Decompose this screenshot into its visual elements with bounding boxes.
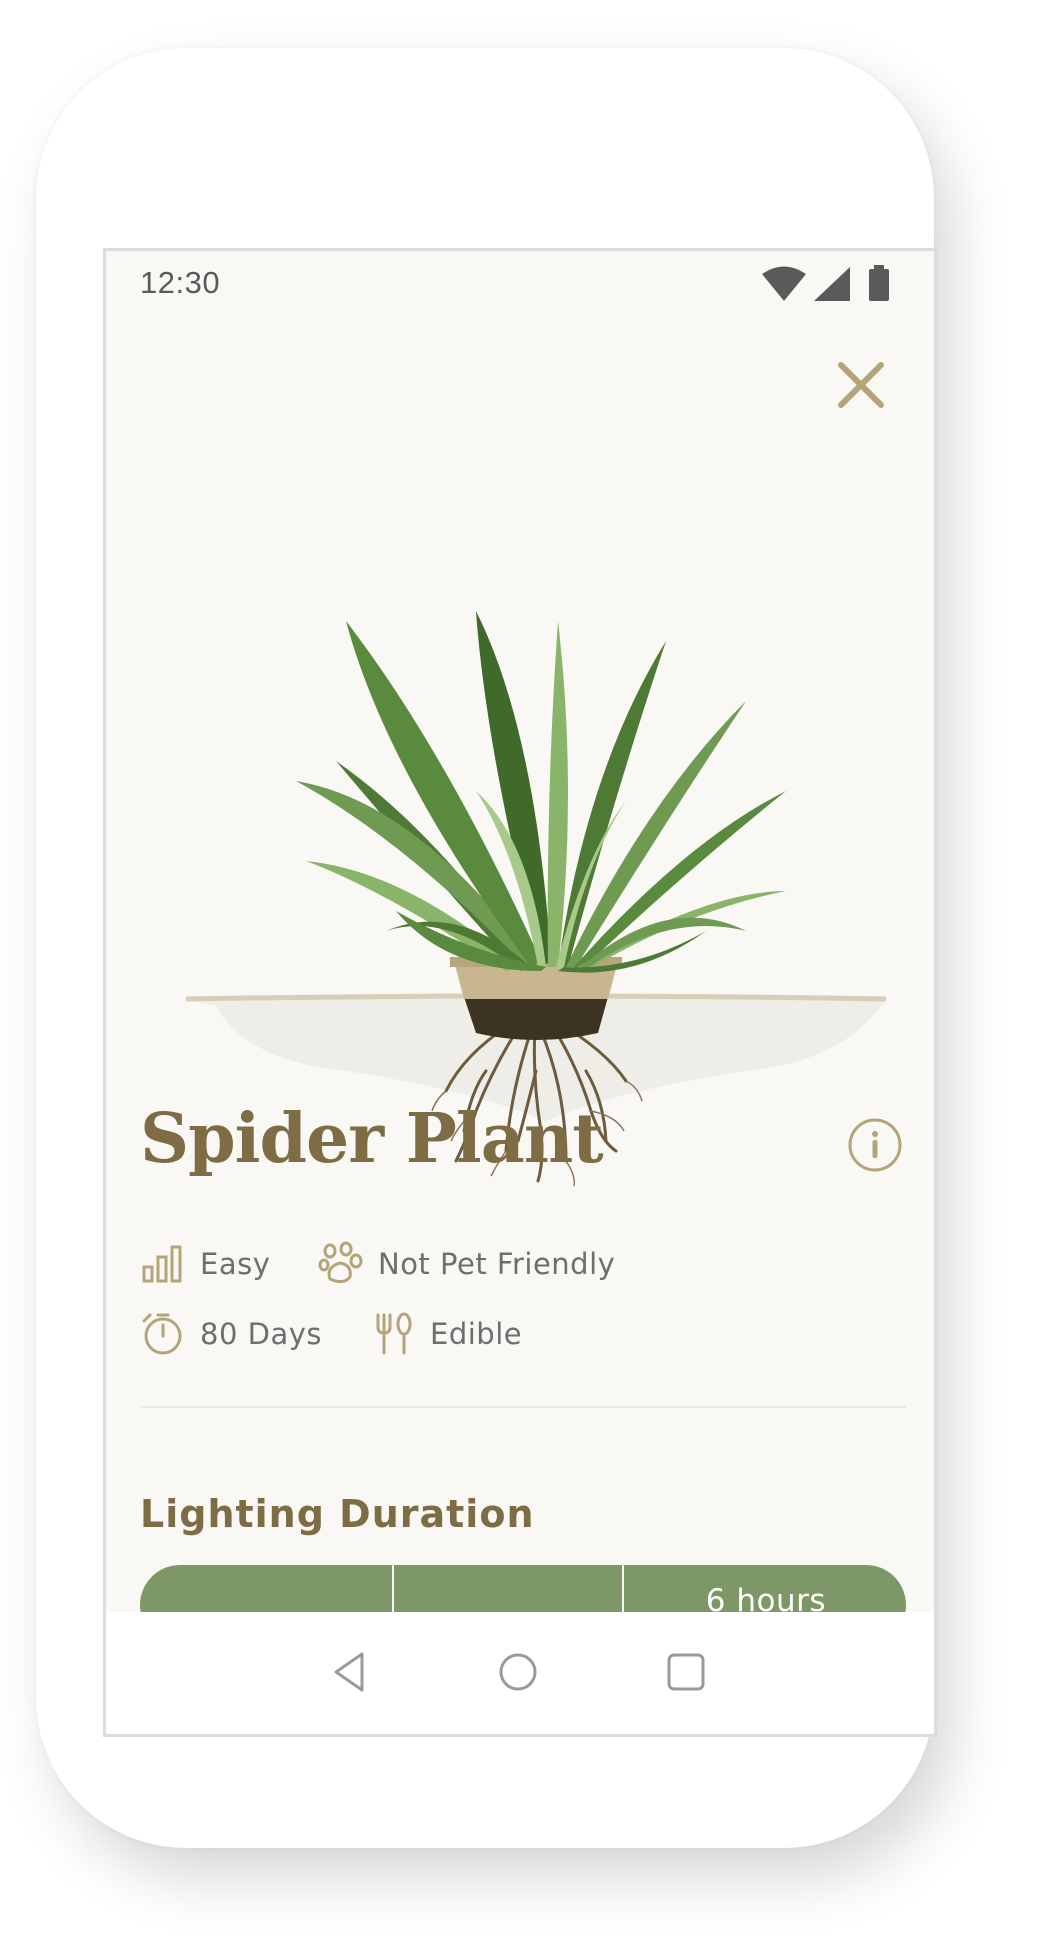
divider xyxy=(140,1406,906,1408)
home-icon[interactable] xyxy=(496,1650,540,1694)
leaves xyxy=(296,611,786,973)
app-screen: 12:30 Spider Plant Easy Not Pet Friendly… xyxy=(103,248,937,1737)
info-icon[interactable] xyxy=(847,1117,903,1173)
status-icons xyxy=(762,265,902,305)
cellular-signal-icon xyxy=(814,267,850,301)
attribute-pet: Not Pet Friendly xyxy=(318,1241,615,1287)
navigation-bar xyxy=(106,1612,934,1734)
plant-title: Spider Plant xyxy=(140,1099,604,1179)
battery-icon xyxy=(869,265,889,301)
attribute-label: Easy xyxy=(200,1247,271,1281)
phone-frame: 12:30 Spider Plant Easy Not Pet Friendly… xyxy=(36,48,937,1848)
attribute-label: Not Pet Friendly xyxy=(378,1247,616,1281)
soil-ball xyxy=(464,997,608,1040)
plant-illustration xyxy=(185,611,887,1187)
section-title-lighting: Lighting Duration xyxy=(140,1492,535,1536)
status-time: 12:30 xyxy=(140,265,221,300)
timer-icon xyxy=(142,1313,182,1355)
attribute-label: 80 Days xyxy=(200,1317,322,1351)
fork-knife-icon xyxy=(376,1312,412,1355)
status-bar: 12:30 xyxy=(106,251,934,315)
attribute-label: Edible xyxy=(430,1317,523,1351)
attribute-duration: 80 Days xyxy=(140,1311,322,1357)
paw-icon xyxy=(318,1241,363,1284)
attribute-difficulty: Easy xyxy=(140,1241,270,1287)
wifi-icon xyxy=(762,266,806,301)
recents-icon[interactable] xyxy=(664,1650,708,1694)
back-icon[interactable] xyxy=(328,1650,372,1694)
attribute-edible: Edible xyxy=(370,1311,522,1357)
difficulty-bars-icon xyxy=(142,1245,182,1283)
